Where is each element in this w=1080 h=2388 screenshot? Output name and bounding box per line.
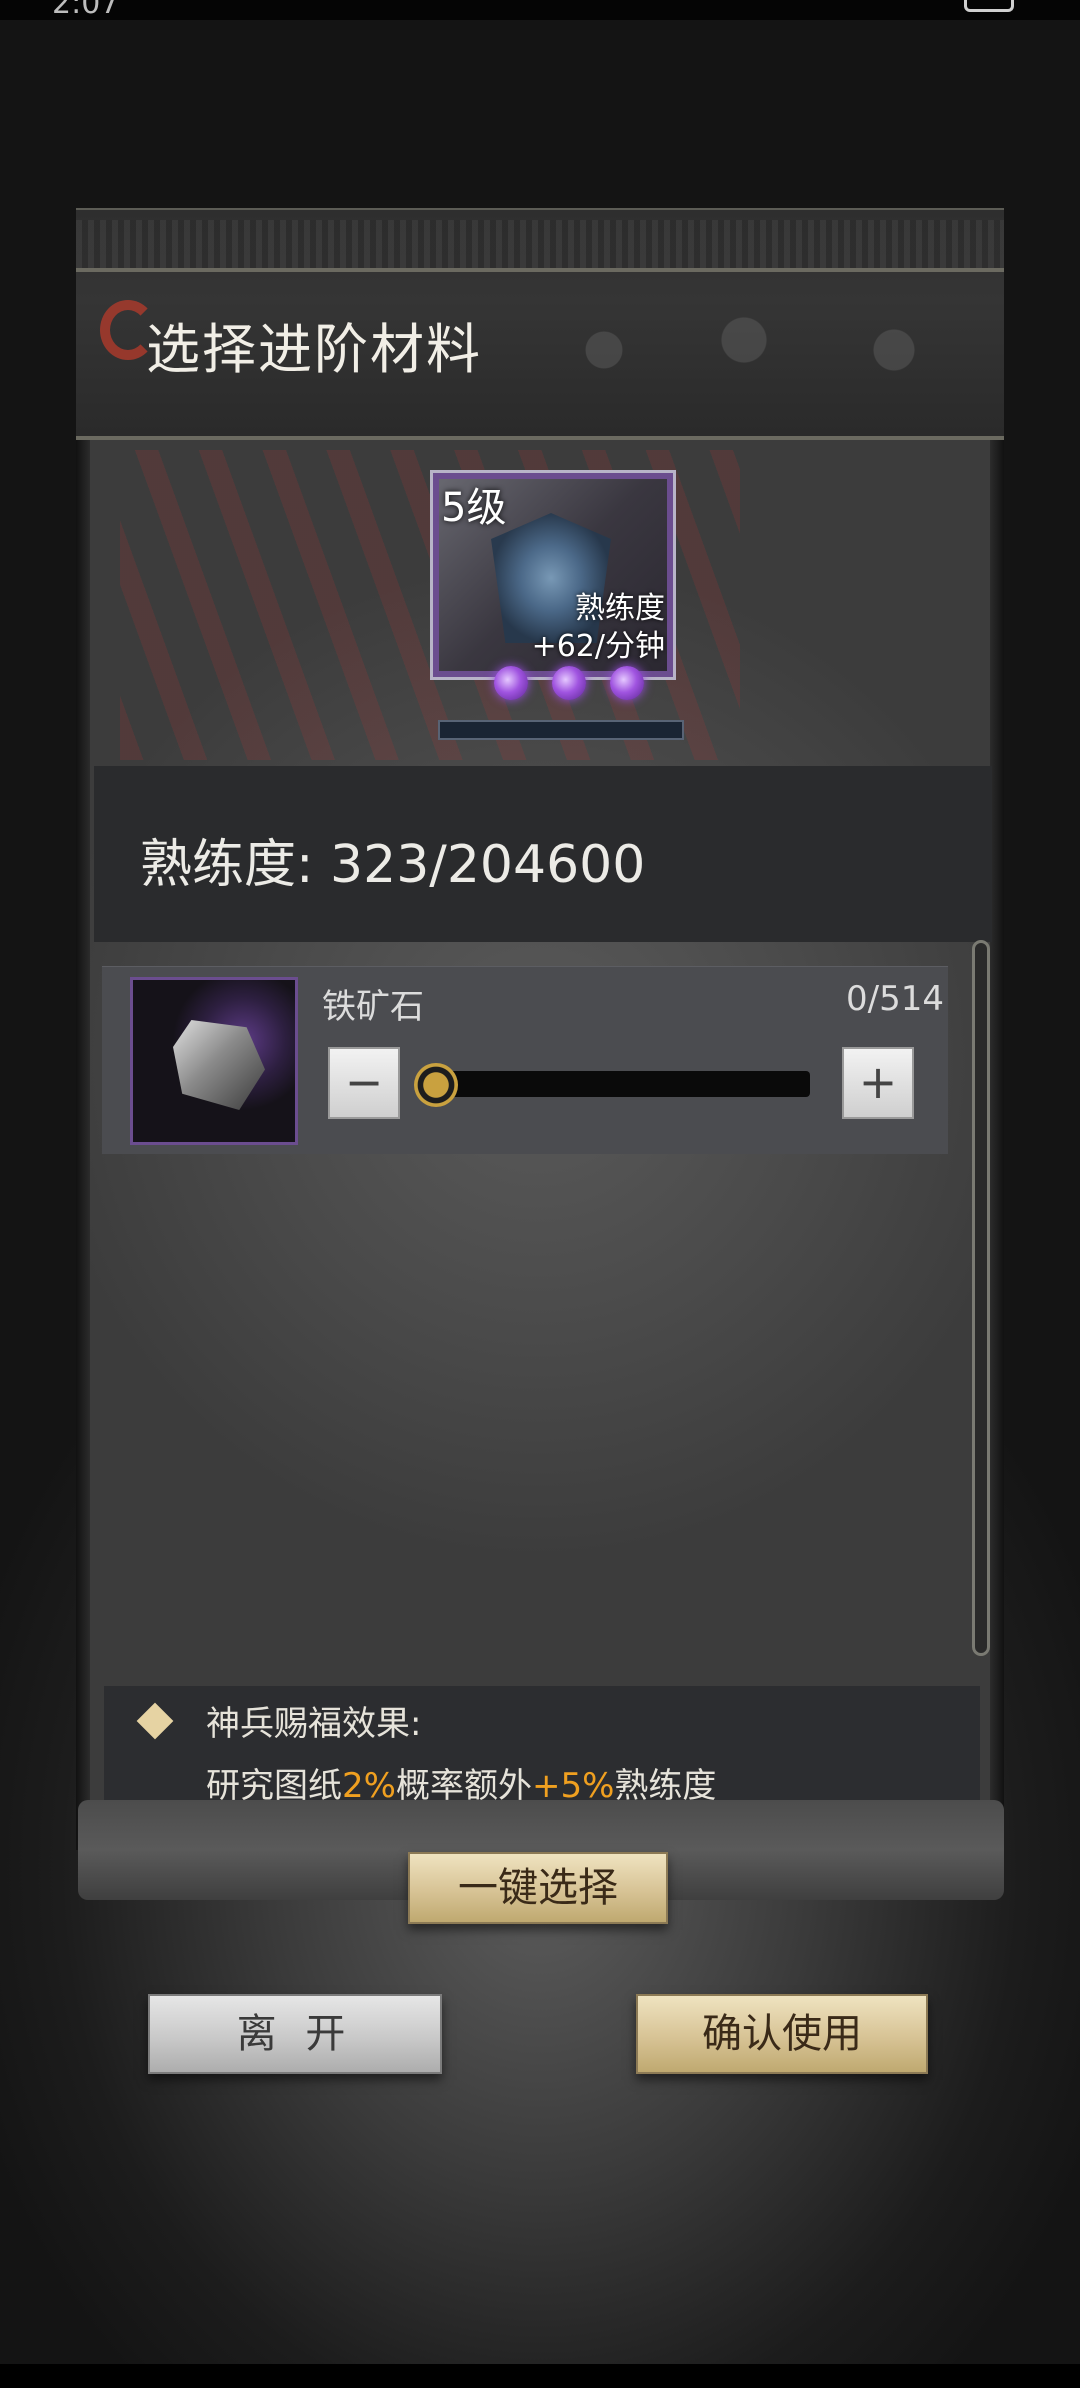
status-bar: 2:07	[0, 0, 1080, 21]
one-key-select-button[interactable]: 一键选择	[408, 1852, 668, 1924]
material-name: 铁矿石	[322, 987, 424, 1027]
material-thumbnail[interactable]	[130, 977, 298, 1145]
proficiency-value: 熟练度: 323/204600	[140, 835, 646, 895]
quantity-slider-track[interactable]	[424, 1071, 810, 1097]
cloud-ornament-icon	[524, 270, 984, 430]
proficiency-panel: 熟练度: 323/204600	[94, 766, 992, 942]
increase-button[interactable]: +	[842, 1047, 914, 1119]
purple-orb-icon	[610, 666, 644, 700]
header-pattern	[76, 220, 1004, 270]
equipment-level: 5级	[441, 485, 507, 531]
nav-bar	[0, 2364, 1080, 2388]
iron-ore-icon	[173, 1020, 265, 1110]
equipment-progress-bar	[438, 720, 684, 740]
diamond-icon	[136, 1702, 174, 1740]
material-count: 0/514	[846, 979, 944, 1019]
orb-row	[494, 666, 644, 706]
battery-icon	[964, 0, 1014, 12]
purple-orb-icon	[552, 666, 586, 700]
bonus-panel: 神兵赐福效果: 研究图纸2%概率额外+5%熟练度	[104, 1686, 980, 1812]
purple-orb-icon	[494, 666, 528, 700]
equipment-card[interactable]: 5级 熟练度 +62/分钟	[430, 470, 676, 680]
leave-button[interactable]: 离 开	[148, 1994, 442, 2074]
status-time: 2:07	[52, 0, 120, 21]
confirm-button[interactable]: 确认使用	[636, 1994, 928, 2074]
bonus-heading: 神兵赐福效果:	[206, 1704, 422, 1744]
equipment-stat-rate: +62/分钟	[531, 629, 665, 664]
material-row: 铁矿石 0/514 − +	[102, 966, 948, 1154]
list-scrollbar[interactable]	[972, 940, 990, 1656]
decrease-button[interactable]: −	[328, 1047, 400, 1119]
quantity-slider-knob[interactable]	[414, 1063, 458, 1107]
dialog-title: 选择进阶材料	[146, 318, 482, 381]
